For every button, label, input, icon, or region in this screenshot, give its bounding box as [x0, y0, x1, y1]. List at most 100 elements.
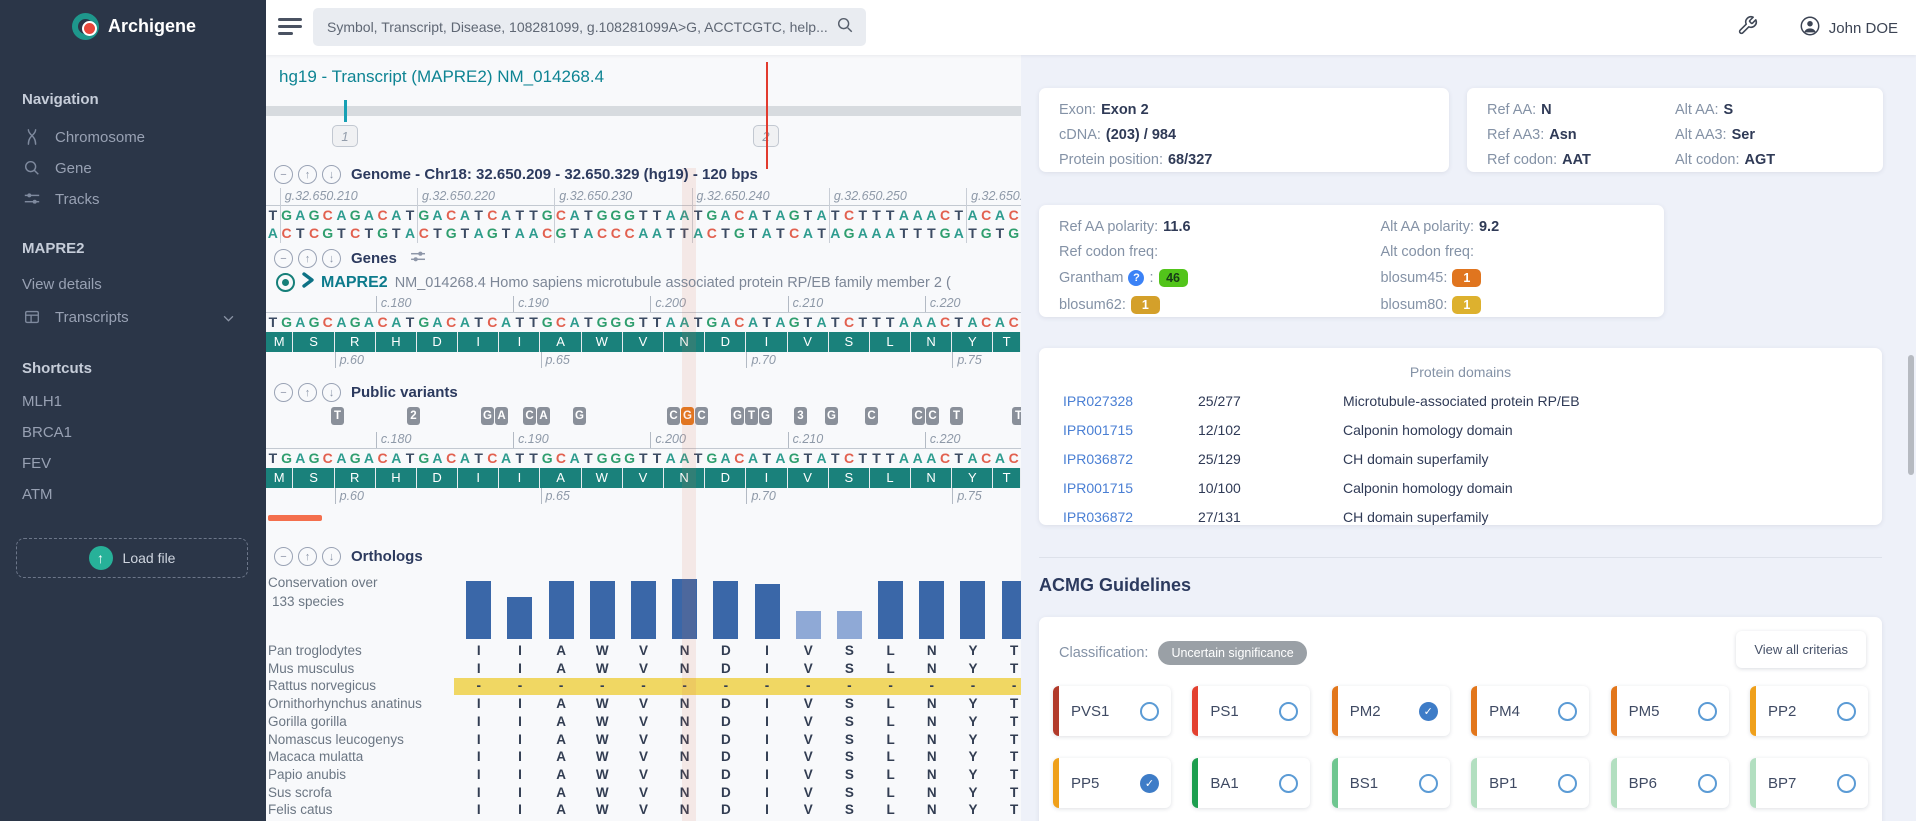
acmg-criterion-pvs1[interactable]: PVS1: [1053, 686, 1171, 736]
criterion-radio[interactable]: ✓: [1419, 702, 1438, 721]
move-down-icon[interactable]: ↓: [322, 383, 341, 402]
criterion-radio[interactable]: [1279, 702, 1298, 721]
help-icon[interactable]: ?: [1128, 270, 1144, 286]
menu-icon[interactable]: [278, 18, 302, 39]
move-up-icon[interactable]: ↑: [298, 165, 317, 184]
domain-link[interactable]: IPR027328: [1063, 393, 1198, 409]
genes-settings-icon[interactable]: [410, 250, 427, 268]
conservation-bar[interactable]: [919, 581, 944, 639]
app-logo[interactable]: Archigene: [72, 13, 196, 40]
load-file-button[interactable]: ↑ Load file: [16, 538, 248, 578]
move-down-icon[interactable]: ↓: [322, 249, 341, 268]
move-up-icon[interactable]: ↑: [298, 383, 317, 402]
collapse-icon[interactable]: −: [274, 249, 293, 268]
species-row-ornithorhynchus: Ornithorhynchus anatinusIIAWVNDIVSLNYT: [266, 696, 1021, 714]
conservation-bar[interactable]: [466, 581, 491, 639]
user-menu[interactable]: John DOE: [1799, 15, 1898, 41]
conservation-bar[interactable]: [590, 581, 615, 639]
base-A: A: [870, 224, 884, 242]
alignment-letter: L: [870, 785, 911, 800]
move-up-icon[interactable]: ↑: [298, 249, 317, 268]
sidebar-item-transcripts[interactable]: Transcripts: [22, 307, 242, 327]
variant-badge-3[interactable]: 3: [794, 407, 807, 425]
variant-badge-CC[interactable]: CC: [912, 407, 939, 425]
view-all-criterias-button[interactable]: View all criterias: [1736, 631, 1866, 668]
variant-badge-2[interactable]: 2: [407, 407, 420, 425]
domain-link[interactable]: IPR036872: [1063, 509, 1198, 525]
variant-badge-G[interactable]: G: [573, 407, 586, 425]
exon-marker-1[interactable]: 1: [332, 125, 358, 147]
variant-badge-T[interactable]: T: [1012, 407, 1021, 425]
criterion-radio[interactable]: [1279, 774, 1298, 793]
domain-link[interactable]: IPR036872: [1063, 451, 1198, 467]
acmg-criterion-bp1[interactable]: BP1: [1471, 758, 1589, 808]
conservation-bar[interactable]: [796, 611, 821, 639]
collapse-icon[interactable]: −: [274, 383, 293, 402]
variant-badge-C[interactable]: C: [865, 407, 878, 425]
acmg-criterion-ps1[interactable]: PS1: [1192, 686, 1310, 736]
shortcut-item-brca1[interactable]: BRCA1: [22, 424, 242, 441]
criterion-radio[interactable]: [1837, 774, 1856, 793]
shortcut-item-atm[interactable]: ATM: [22, 486, 242, 503]
domain-link[interactable]: IPR001715: [1063, 422, 1198, 438]
criterion-radio[interactable]: ✓: [1140, 774, 1159, 793]
search-icon[interactable]: [836, 16, 854, 39]
variant-badge-T[interactable]: T: [950, 407, 963, 425]
criterion-radio[interactable]: [1140, 702, 1159, 721]
gene-expand-icon[interactable]: [302, 272, 314, 293]
criterion-radio[interactable]: [1558, 702, 1577, 721]
domain-link[interactable]: IPR001715: [1063, 480, 1198, 496]
conservation-bar[interactable]: [549, 581, 574, 639]
conservation-bar[interactable]: [713, 581, 738, 639]
acmg-criterion-bp7[interactable]: BP7: [1750, 758, 1868, 808]
alignment-letter: S: [829, 696, 870, 711]
move-down-icon[interactable]: ↓: [322, 165, 341, 184]
collapse-icon[interactable]: −: [274, 547, 293, 566]
criterion-radio[interactable]: [1558, 774, 1577, 793]
criterion-code: PP5: [1071, 775, 1099, 792]
acmg-criterion-bp6[interactable]: BP6: [1611, 758, 1729, 808]
criterion-radio[interactable]: [1419, 774, 1438, 793]
sidebar-item-chromosome[interactable]: Chromosome: [22, 127, 242, 147]
conservation-bar[interactable]: [960, 581, 985, 639]
variant-badge-G[interactable]: G: [825, 407, 838, 425]
sidebar-item-gene[interactable]: Gene: [22, 158, 242, 178]
alignment-letter: I: [458, 714, 499, 729]
variant-badge-GTG[interactable]: GTG: [731, 407, 772, 425]
variant-badge-T[interactable]: T: [331, 407, 344, 425]
search-input[interactable]: [325, 18, 836, 36]
acmg-criterion-ba1[interactable]: BA1: [1192, 758, 1310, 808]
acmg-criterion-pp2[interactable]: PP2: [1750, 686, 1868, 736]
base-G: G: [609, 206, 623, 224]
acmg-criterion-pp5[interactable]: PP5 ✓: [1053, 758, 1171, 808]
variant-badge-CA[interactable]: CA: [523, 407, 550, 425]
acmg-criterion-bs1[interactable]: BS1: [1332, 758, 1450, 808]
move-up-icon[interactable]: ↑: [298, 547, 317, 566]
criterion-radio[interactable]: [1698, 702, 1717, 721]
conservation-bar[interactable]: [878, 581, 903, 639]
move-down-icon[interactable]: ↓: [322, 547, 341, 566]
gene-name[interactable]: MAPRE2: [321, 274, 388, 292]
shortcut-item-fev[interactable]: FEV: [22, 455, 242, 472]
criterion-radio[interactable]: [1698, 774, 1717, 793]
sidebar-item-tracks[interactable]: Tracks: [22, 189, 242, 209]
tools-wrench-icon[interactable]: [1737, 15, 1758, 41]
acmg-criterion-pm4[interactable]: PM4: [1471, 686, 1589, 736]
collapse-icon[interactable]: −: [274, 165, 293, 184]
transcript-overview-bar[interactable]: [266, 106, 1021, 116]
sidebar-item-view-details[interactable]: View details: [22, 276, 242, 293]
acmg-criterion-pm2[interactable]: PM2✓: [1332, 686, 1450, 736]
criterion-radio[interactable]: [1837, 702, 1856, 721]
conservation-bar[interactable]: [1002, 581, 1021, 639]
panel-scrollbar[interactable]: [1908, 355, 1914, 475]
acmg-criterion-pm5[interactable]: PM5: [1611, 686, 1729, 736]
domain-name: Calponin homology domain: [1343, 480, 1858, 496]
shortcut-item-mlh1[interactable]: MLH1: [22, 393, 242, 410]
conservation-bar[interactable]: [837, 611, 862, 639]
gene-row[interactable]: MAPRE2 NM_014268.4 Homo sapiens microtub…: [276, 272, 1021, 293]
variant-badge-GA[interactable]: GA: [481, 407, 508, 425]
gene-radio-icon[interactable]: [276, 273, 295, 292]
conservation-bar[interactable]: [631, 581, 656, 639]
conservation-bar[interactable]: [755, 584, 780, 639]
conservation-bar[interactable]: [507, 597, 532, 639]
